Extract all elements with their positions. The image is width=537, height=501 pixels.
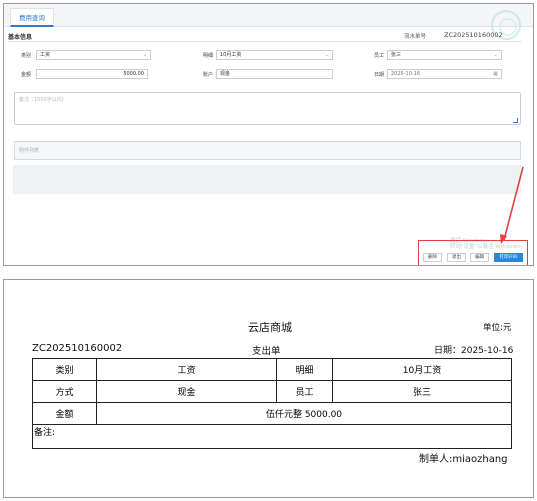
employee-label: 员工	[276, 380, 333, 403]
edit-button[interactable]: 编辑	[470, 253, 489, 262]
category-label: 类别	[32, 358, 97, 381]
print-preview: 云店商城 单位:元 ZC202510160002 支出单 日期：2025-10-…	[3, 279, 534, 498]
close-button[interactable]: 退出	[447, 253, 466, 262]
date-text: 日期：2025-10-16	[434, 346, 514, 356]
maker-text: 制单人:miaozhang	[419, 454, 508, 465]
unit-label: 单位:元	[483, 323, 512, 333]
remark-label: 备注:	[32, 424, 512, 449]
annotation-arrow-icon	[500, 166, 524, 244]
print-button[interactable]: 打印(F8)	[494, 253, 523, 262]
amount-label: 金额	[32, 402, 97, 425]
table-row: 备注:	[32, 424, 512, 449]
method-value: 现金	[96, 380, 277, 403]
expense-table: 类别 工资 明细 10月工资 方式 现金 员工 张三 金额 伍仟元整 5000.…	[32, 358, 512, 449]
detail-value: 10月工资	[332, 358, 512, 381]
method-label: 方式	[32, 380, 97, 403]
amount-value: 伍仟元整 5000.00	[96, 402, 512, 425]
doc-title: 支出单	[252, 346, 281, 357]
table-row: 方式 现金 员工 张三	[32, 380, 512, 403]
category-value: 工资	[96, 358, 277, 381]
employee-value: 张三	[332, 380, 512, 403]
table-row: 金额 伍仟元整 5000.00	[32, 402, 512, 425]
detail-label: 明细	[276, 358, 333, 381]
expense-window: 费用查询 基本信息 流水单号 ZC202510160002 类别 工资 ⌄ 明细…	[3, 3, 534, 266]
delete-button[interactable]: 删除	[423, 253, 442, 262]
table-row: 类别 工资 明细 10月工资	[32, 358, 512, 381]
serial-number: ZC202510160002	[32, 343, 123, 354]
store-name: 云店商城	[248, 321, 292, 334]
